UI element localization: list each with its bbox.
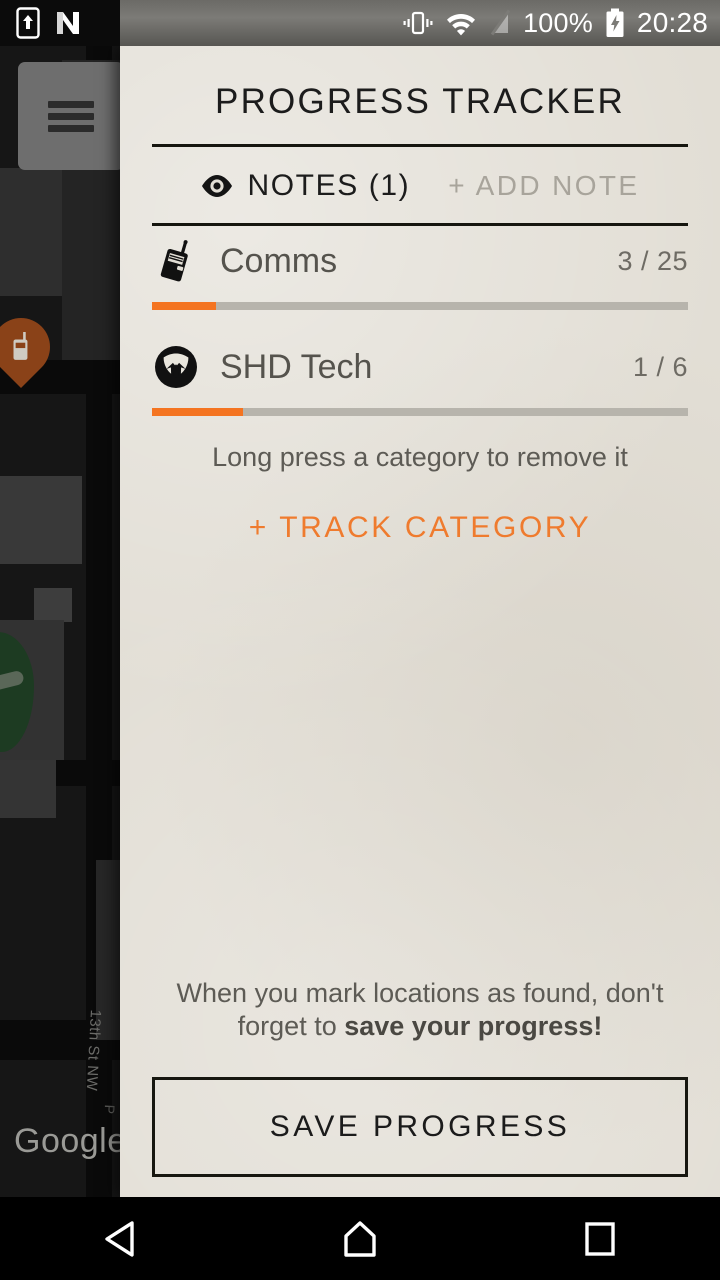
category-count: 3 / 25 — [617, 245, 688, 276]
vibrate-icon — [403, 11, 433, 35]
recents-icon — [585, 1221, 615, 1256]
divider-notes — [152, 223, 688, 226]
progress-fill — [152, 408, 244, 416]
menu-icon-bar — [48, 101, 94, 108]
menu-icon-bar — [48, 113, 94, 120]
nova-launcher-icon — [57, 12, 79, 34]
eye-icon — [202, 175, 233, 197]
status-bar-clock: 20:28 — [636, 7, 708, 38]
save-progress-button[interactable]: SAVE PROGRESS — [152, 1077, 688, 1177]
save-hint-line2-bold: save your progress! — [344, 1011, 603, 1042]
category-list: Comms 3 / 25 SHD Tech 1 / 6 — [120, 230, 720, 416]
page-title: PROGRESS TRACKER — [215, 82, 625, 121]
track-category-button[interactable]: + TRACK CATEGORY — [120, 511, 720, 545]
category-name: Comms — [220, 241, 338, 280]
status-bar-notifications — [16, 0, 82, 46]
map-menu-button[interactable] — [18, 62, 124, 170]
wifi-icon — [447, 14, 476, 36]
notes-button[interactable]: NOTES (1) — [200, 169, 410, 203]
category-row-shd-tech[interactable]: SHD Tech 1 / 6 — [152, 336, 688, 416]
home-button[interactable] — [300, 1197, 420, 1280]
progress-track — [152, 408, 688, 416]
save-hint-line2-prefix: forget to — [237, 1011, 345, 1042]
status-bar-icons: 100% 20:28 — [403, 0, 708, 46]
add-note-button[interactable]: + ADD NOTE — [448, 170, 639, 202]
android-navigation-bar — [0, 1197, 720, 1280]
save-hint: When you mark locations as found, don't … — [120, 977, 720, 1043]
google-watermark: Google — [14, 1122, 127, 1160]
battery-charging-icon — [606, 8, 624, 37]
progress-fill — [152, 302, 217, 310]
walkie-talkie-icon — [152, 237, 200, 285]
comms-pin-icon — [13, 332, 28, 360]
progress-track — [152, 302, 688, 310]
progress-tracker-drawer: PROGRESS TRACKER NOTES (1) + ADD NOTE Co… — [120, 46, 720, 1197]
home-icon — [344, 1220, 376, 1257]
notes-label: NOTES (1) — [247, 169, 411, 202]
save-hint-line1: When you mark locations as found, don't — [176, 978, 664, 1009]
category-name: SHD Tech — [220, 347, 373, 386]
back-button[interactable] — [60, 1197, 180, 1280]
menu-icon-bar — [48, 125, 94, 132]
category-row-comms[interactable]: Comms 3 / 25 — [152, 230, 688, 310]
status-bar: 100% 20:28 — [0, 0, 720, 46]
no-signal-icon — [490, 9, 511, 36]
recents-button[interactable] — [540, 1197, 660, 1280]
back-icon — [105, 1220, 134, 1257]
street-label-secondary: P — [101, 1104, 118, 1115]
long-press-hint: Long press a category to remove it — [212, 442, 628, 472]
shd-tech-icon — [152, 343, 200, 391]
battery-percent: 100% — [523, 7, 593, 38]
category-header: Comms 3 / 25 — [152, 230, 688, 292]
notes-row: NOTES (1) + ADD NOTE — [120, 147, 720, 223]
category-header: SHD Tech 1 / 6 — [152, 336, 688, 398]
phone-upload-icon — [16, 7, 40, 39]
phone-screen: 13th St NW P Google PROGRESS TRACKER NOT… — [0, 0, 720, 1280]
category-count: 1 / 6 — [632, 351, 688, 382]
drawer-footer: When you mark locations as found, don't … — [120, 977, 720, 1177]
